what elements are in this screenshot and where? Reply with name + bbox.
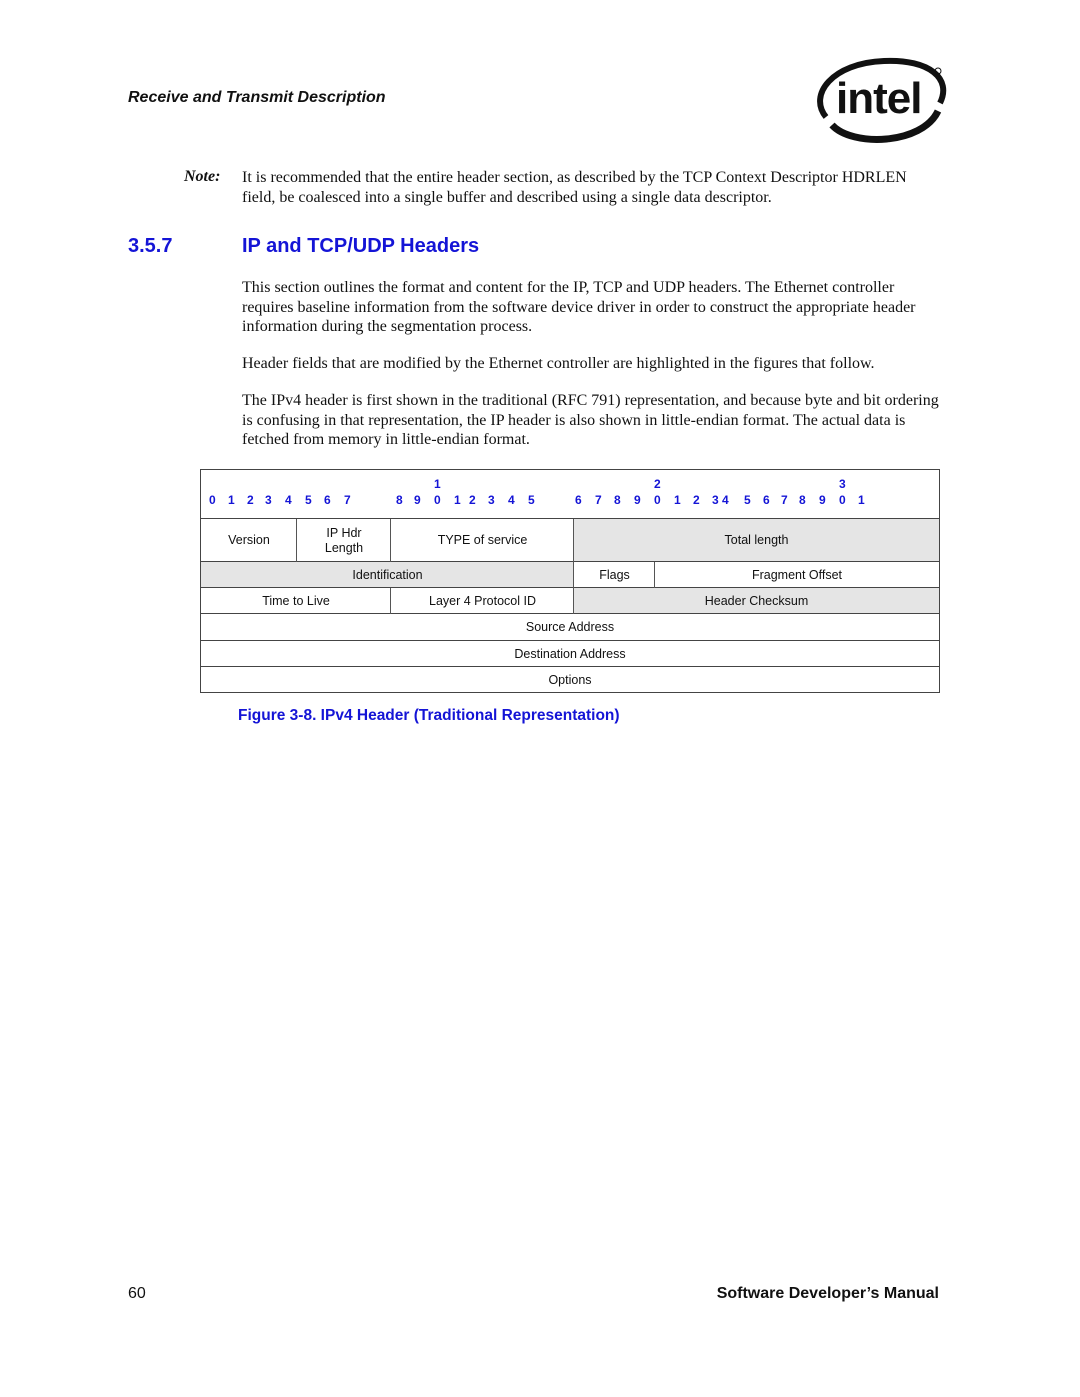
divider <box>201 666 939 667</box>
field-time-to-live: Time to Live <box>262 593 330 608</box>
field-destination-address: Destination Address <box>514 646 626 661</box>
divider <box>654 562 655 588</box>
bit-index: 5 <box>744 493 751 507</box>
bit-index: 2 <box>247 493 254 507</box>
bit-index: 0 <box>654 493 661 507</box>
paragraph: This section outlines the format and con… <box>242 279 916 335</box>
bit-index: 5 <box>305 493 312 507</box>
divider <box>201 561 939 562</box>
divider <box>201 518 939 519</box>
bit-tens-index: 2 <box>654 477 661 491</box>
field-identification: Identification <box>201 562 574 588</box>
field-fragment-offset: Fragment Offset <box>751 567 843 582</box>
paragraph: Header fields that are modified by the E… <box>242 355 875 372</box>
ipv4-header-diagram: 01234567890123456789012345678901123 Vers… <box>200 469 940 693</box>
field-ip-hdr-length: IP Hdr Length <box>324 525 364 555</box>
page-number: 60 <box>128 1285 146 1302</box>
bit-index: 0 <box>434 493 441 507</box>
divider <box>390 588 391 614</box>
bit-index: 4 <box>285 493 292 507</box>
bit-index: 6 <box>575 493 582 507</box>
figure-caption: Figure 3-8. IPv4 Header (Traditional Rep… <box>238 707 620 724</box>
bit-index: 0 <box>839 493 846 507</box>
bit-index: 8 <box>614 493 621 507</box>
note-text: It is recommended that the entire header… <box>242 169 907 206</box>
bit-index: 7 <box>595 493 602 507</box>
bit-index: 3 <box>712 493 719 507</box>
bit-index: 9 <box>414 493 421 507</box>
section-number: 3.5.7 <box>128 235 173 257</box>
divider <box>390 519 391 562</box>
logo-text: intel <box>836 74 921 123</box>
bit-index: 3 <box>265 493 272 507</box>
divider <box>296 519 297 562</box>
field-type-of-service: TYPE of service <box>437 533 528 547</box>
bit-index: 1 <box>674 493 681 507</box>
bit-index: 1 <box>454 493 461 507</box>
bit-index: 2 <box>693 493 700 507</box>
bit-index: 8 <box>396 493 403 507</box>
bit-index: 6 <box>324 493 331 507</box>
field-layer4-protocol-id: Layer 4 Protocol ID <box>429 593 536 608</box>
running-head: Receive and Transmit Description <box>128 89 386 106</box>
divider <box>573 519 574 614</box>
bit-index: 7 <box>344 493 351 507</box>
field-flags: Flags <box>599 567 630 582</box>
bit-index: 4 <box>508 493 515 507</box>
bit-tens-index: 3 <box>839 477 846 491</box>
divider <box>201 613 939 614</box>
bit-index: 1 <box>858 493 865 507</box>
bit-index: 1 <box>228 493 235 507</box>
intel-logo-icon: intel <box>812 55 948 145</box>
bit-index: 5 <box>528 493 535 507</box>
field-version: Version <box>228 533 270 547</box>
field-options: Options <box>548 672 592 687</box>
bit-index: 8 <box>799 493 806 507</box>
bit-tens-index: 1 <box>434 477 441 491</box>
bit-index: 4 <box>722 493 729 507</box>
bit-index: 6 <box>763 493 770 507</box>
section-title: IP and TCP/UDP Headers <box>242 235 480 257</box>
note-label: Note: <box>184 168 221 185</box>
field-header-checksum: Header Checksum <box>574 588 939 614</box>
bit-index: 2 <box>469 493 476 507</box>
divider <box>201 587 939 588</box>
divider <box>201 640 939 641</box>
field-source-address: Source Address <box>525 620 615 634</box>
bit-index: 3 <box>488 493 495 507</box>
bit-index: 7 <box>781 493 788 507</box>
bit-index: 9 <box>819 493 826 507</box>
field-total-length: Total length <box>574 519 939 562</box>
bit-index: 0 <box>209 493 216 507</box>
bit-index: 9 <box>634 493 641 507</box>
paragraph: The IPv4 header is first shown in the tr… <box>242 392 939 448</box>
manual-title: Software Developer’s Manual <box>716 1285 939 1302</box>
